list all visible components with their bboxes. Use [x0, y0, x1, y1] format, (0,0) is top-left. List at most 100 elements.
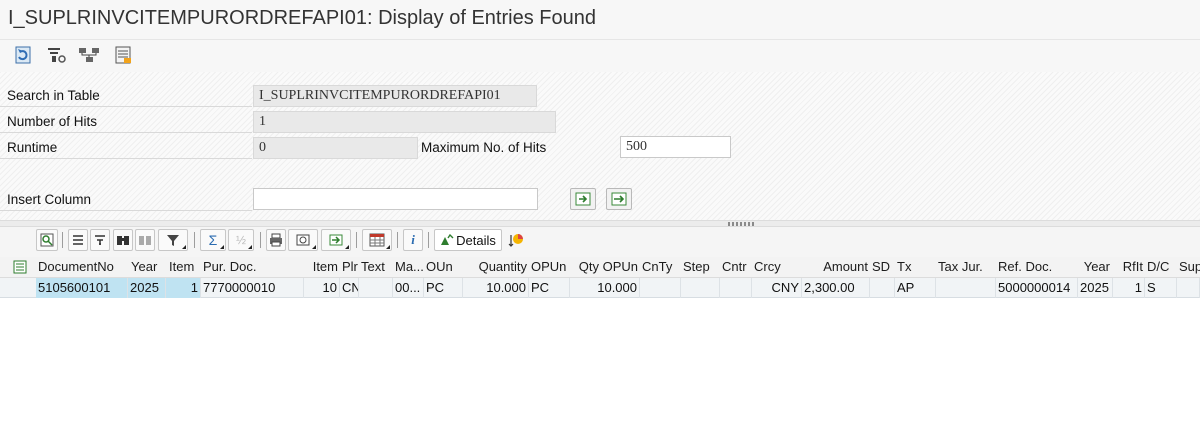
export-button[interactable] — [321, 229, 351, 251]
align-left-icon — [73, 235, 83, 245]
column-header[interactable]: Amount — [802, 257, 870, 277]
insert-icon — [575, 192, 591, 206]
column-header[interactable]: Ref. Doc. — [996, 257, 1078, 277]
table-row[interactable]: 5105600101 2025 1 7770000010 10 CN 00...… — [0, 278, 1200, 298]
runtime-field: 0 — [253, 137, 418, 159]
table-cell[interactable]: 5105600101 — [36, 278, 128, 298]
column-header[interactable]: SD — [870, 257, 896, 277]
column-header[interactable]: Pur. Doc. — [201, 257, 301, 277]
info-button[interactable]: i — [403, 229, 423, 251]
table-cell[interactable]: 7770000010 — [201, 278, 304, 298]
print-button[interactable] — [266, 229, 286, 251]
table-cell[interactable]: PC — [424, 278, 463, 298]
column-header[interactable]: Year — [129, 257, 165, 277]
table-cell[interactable] — [870, 278, 895, 298]
select-all-icon[interactable] — [11, 257, 35, 277]
column-header[interactable]: CnTy — [640, 257, 680, 277]
table-cell[interactable]: AP — [895, 278, 936, 298]
splitter[interactable] — [0, 220, 1200, 227]
details-label: Details — [456, 232, 496, 248]
column-header[interactable]: Quantity — [463, 257, 529, 277]
print-icon — [270, 233, 282, 247]
table-cell[interactable]: 1 — [166, 278, 201, 298]
filter-icon — [167, 235, 179, 246]
details-button[interactable]: Details — [434, 229, 502, 251]
spreadsheet-icon — [369, 233, 385, 247]
search-table-field: I_SUPLRINVCITEMPURORDREFAPI01 — [253, 85, 537, 107]
table-cell[interactable] — [359, 278, 393, 298]
column-header[interactable]: Cntr — [720, 257, 754, 277]
table-cell[interactable]: 10 — [304, 278, 340, 298]
column-header[interactable]: Text — [359, 257, 393, 277]
column-header[interactable]: Step — [681, 257, 721, 277]
table-cell[interactable]: 10.000 — [570, 278, 640, 298]
column-header[interactable]: Tx — [895, 257, 935, 277]
find-button[interactable] — [113, 229, 133, 251]
graphics-icon — [508, 234, 523, 247]
window-title: I_SUPLRINVCITEMPURORDREFAPI01: Display o… — [8, 7, 596, 29]
network-icon[interactable] — [78, 44, 100, 66]
table-cell[interactable] — [640, 278, 681, 298]
column-header[interactable]: RfIt — [1113, 257, 1145, 277]
column-header[interactable]: Crcy — [752, 257, 802, 277]
subtotal-button[interactable]: ½ — [228, 229, 254, 251]
table-cell[interactable]: CNY — [752, 278, 802, 298]
refresh-icon[interactable] — [12, 44, 34, 66]
number-of-hits-field: 1 — [253, 111, 556, 133]
insert-column-button[interactable] — [570, 188, 596, 210]
details-icon — [441, 234, 454, 245]
column-header[interactable]: Item — [304, 257, 340, 277]
table-cell[interactable]: 2025 — [1078, 278, 1113, 298]
table-cell[interactable]: 5000000014 — [996, 278, 1078, 298]
column-header[interactable]: OPUn — [529, 257, 569, 277]
table-cell[interactable]: 00... — [393, 278, 424, 298]
find-next-button[interactable] — [135, 229, 155, 251]
column-header[interactable]: Plr — [340, 257, 360, 277]
table-empty-area — [0, 298, 1200, 444]
table-header: DocumentNo Year Item Pur. Doc. Item Plr … — [0, 257, 1200, 278]
column-header[interactable]: OUn — [424, 257, 460, 277]
print-preview-button[interactable] — [288, 229, 318, 251]
table-cell[interactable]: 1 — [1113, 278, 1145, 298]
filter-button[interactable] — [158, 229, 188, 251]
detail-button[interactable] — [36, 229, 58, 251]
insert-column-input[interactable] — [253, 188, 538, 210]
sort-descending-button[interactable] — [90, 229, 110, 251]
graphics-button[interactable] — [505, 229, 527, 251]
sum-button[interactable]: Σ — [200, 229, 226, 251]
sort-ascending-button[interactable] — [68, 229, 88, 251]
filter-settings-icon[interactable] — [46, 44, 68, 66]
list-layout-icon[interactable] — [112, 44, 134, 66]
print-preview-icon — [296, 234, 310, 246]
max-hits-input[interactable]: 500 — [620, 136, 731, 158]
column-header[interactable]: D/C — [1145, 257, 1177, 277]
table-cell[interactable] — [720, 278, 752, 298]
detail-icon — [40, 233, 54, 247]
table-cell[interactable]: CN — [340, 278, 359, 298]
table-cell[interactable] — [936, 278, 996, 298]
insert-column-label: Insert Column — [0, 189, 252, 211]
column-header[interactable]: Ma... — [393, 257, 427, 277]
column-header[interactable]: Tax Jur. — [936, 257, 996, 277]
table-cell[interactable]: 10.000 — [463, 278, 529, 298]
table-cell[interactable]: PC — [529, 278, 570, 298]
alv-toolbar: Σ ½ i Details — [0, 227, 1200, 257]
table-cell[interactable]: 2025 — [128, 278, 166, 298]
column-header[interactable]: Sup — [1177, 257, 1200, 277]
column-header[interactable]: Year — [1078, 257, 1112, 277]
append-column-button[interactable] — [606, 188, 632, 210]
table-cell[interactable]: 2,300.00 — [802, 278, 870, 298]
column-header[interactable]: Qty OPUn — [570, 257, 640, 277]
table-cell[interactable] — [1177, 278, 1200, 298]
layout-button[interactable] — [362, 229, 392, 251]
search-table-label: Search in Table — [0, 85, 252, 107]
column-header[interactable]: Item — [167, 257, 201, 277]
find-next-icon — [139, 236, 151, 245]
max-hits-label: Maximum No. of Hits — [421, 140, 547, 155]
column-header[interactable]: DocumentNo — [36, 257, 128, 277]
table-cell[interactable]: S — [1145, 278, 1177, 298]
table-cell[interactable] — [681, 278, 720, 298]
application-toolbar — [0, 40, 1200, 72]
align-center-icon — [95, 235, 105, 245]
splitter-grip[interactable] — [728, 222, 756, 226]
